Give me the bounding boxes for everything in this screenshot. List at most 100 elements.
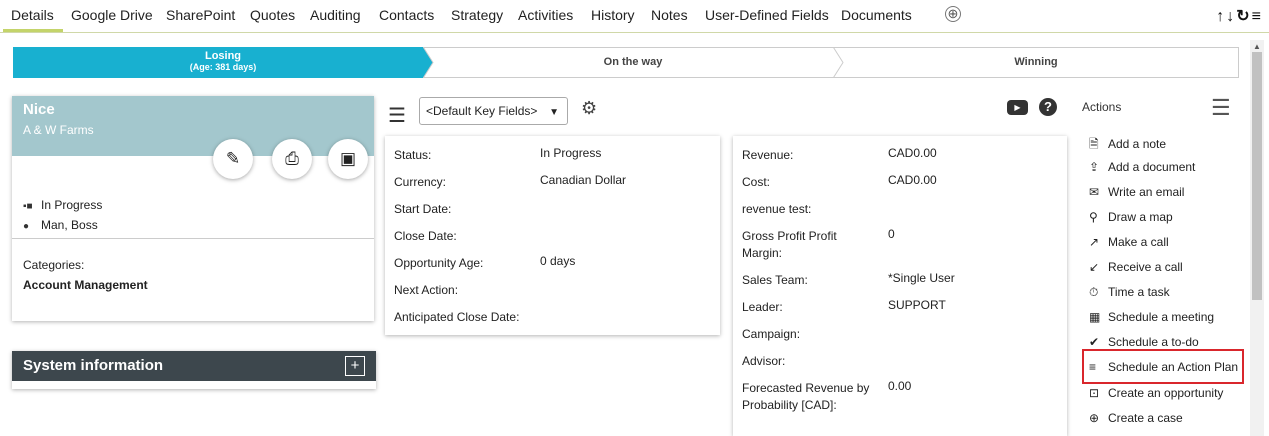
add-tab-icon[interactable]: ⊕: [945, 6, 961, 22]
tab-contacts[interactable]: Contacts: [379, 7, 434, 23]
highlight-box: [1082, 349, 1244, 384]
field-label: Leader:: [742, 300, 783, 314]
stage-label: Winning: [1014, 56, 1058, 68]
categories-label: Categories:: [23, 258, 85, 272]
action-write-email[interactable]: ✉ Write an email: [1089, 185, 1184, 199]
action-label: Schedule a to-do: [1108, 335, 1199, 349]
action-receive-call[interactable]: ↙ Receive a call: [1089, 260, 1183, 274]
calendar-icon: ▦: [1089, 310, 1101, 324]
action-label: Add a note: [1108, 137, 1167, 151]
field-label: Anticipated Close Date:: [394, 310, 520, 324]
field-label: Currency:: [394, 175, 447, 189]
field-value: CAD0.00: [888, 173, 937, 187]
stage-winning[interactable]: Winning: [833, 47, 1239, 78]
action-label: Receive a call: [1108, 260, 1183, 274]
tab-details[interactable]: Details: [11, 7, 54, 23]
scrollbar-thumb[interactable]: [1252, 52, 1262, 300]
action-add-note[interactable]: 🗎 Add a note: [1089, 135, 1166, 156]
card-status: In Progress: [41, 198, 103, 212]
opportunity-card: Nice A & W Farms ✎ ⎙ ▣ ▪■ In Progress ● Ma…: [12, 96, 374, 321]
action-label: Draw a map: [1108, 210, 1173, 224]
toolbar-icons[interactable]: ↑↓↻≡: [1216, 6, 1263, 26]
key-fields-value: <Default Key Fields>: [426, 104, 538, 118]
gear-icon[interactable]: ⚙: [581, 98, 597, 119]
action-label: Write an email: [1108, 185, 1185, 199]
action-label: Make a call: [1108, 235, 1169, 249]
expand-button[interactable]: +: [345, 356, 365, 376]
present-button[interactable]: ▣: [328, 139, 368, 179]
field-label: Sales Team:: [742, 273, 808, 287]
active-tab-indicator: [3, 29, 63, 32]
stage-losing[interactable]: Losing (Age: 381 days): [13, 47, 434, 78]
tab-sharepoint[interactable]: SharePoint: [166, 7, 235, 23]
action-schedule-todo[interactable]: ✔ Schedule a to-do: [1089, 335, 1199, 349]
tab-notes[interactable]: Notes: [651, 7, 688, 23]
presentation-icon: ▣: [339, 149, 357, 168]
action-label: Create an opportunity: [1108, 386, 1224, 400]
opportunity-page: Details Google Drive SharePoint Quotes A…: [0, 0, 1269, 436]
action-create-opportunity[interactable]: ⊡ Create an opportunity: [1089, 386, 1223, 400]
chevron-down-icon: ▼: [549, 107, 559, 118]
field-value: *Single User: [888, 271, 955, 285]
field-value: In Progress: [540, 146, 602, 160]
scroll-up-icon[interactable]: ▲: [1253, 42, 1261, 51]
print-button[interactable]: ⎙: [272, 139, 312, 179]
field-label: Revenue:: [742, 148, 794, 162]
stopwatch-icon: ⏱: [1089, 285, 1099, 299]
field-value: Canadian Dollar: [540, 173, 627, 187]
field-value: CAD0.00: [888, 146, 937, 160]
tab-history[interactable]: History: [591, 7, 635, 23]
help-icon[interactable]: ?: [1039, 98, 1057, 116]
status-icon: ▪■: [23, 201, 33, 212]
field-label: Opportunity Age:: [394, 256, 484, 270]
actions-title: Actions: [1082, 100, 1122, 114]
tab-user-defined-fields[interactable]: User-Defined Fields: [705, 7, 829, 23]
action-add-document[interactable]: ⇪ Add a document: [1089, 160, 1195, 174]
action-make-call[interactable]: ↗ Make a call: [1089, 235, 1169, 249]
field-label: Advisor:: [742, 354, 786, 368]
field-label: Close Date:: [394, 229, 457, 243]
action-draw-map[interactable]: ⚲ Draw a map: [1089, 210, 1173, 224]
note-icon: 🗎: [1089, 137, 1099, 151]
edit-button[interactable]: ✎: [213, 139, 253, 179]
vertical-scrollbar[interactable]: ▲: [1250, 40, 1264, 436]
envelope-icon: ✉: [1089, 185, 1100, 199]
map-pin-icon: ⚲: [1089, 210, 1098, 224]
stage-age: (Age: 381 days): [189, 62, 257, 72]
pencil-icon: ✎: [225, 149, 241, 168]
incoming-call-icon: ↙: [1089, 260, 1100, 274]
tab-auditing[interactable]: Auditing: [310, 7, 361, 23]
field-menu-icon[interactable]: ☰: [388, 103, 406, 128]
user-icon: ●: [23, 221, 30, 232]
action-label: Create a case: [1108, 411, 1183, 425]
upload-icon: ⇪: [1089, 160, 1100, 174]
tab-strategy[interactable]: Strategy: [451, 7, 503, 23]
opportunity-company[interactable]: A & W Farms: [23, 123, 363, 137]
tab-google-drive[interactable]: Google Drive: [71, 7, 153, 23]
tab-activities[interactable]: Activities: [518, 7, 573, 23]
printer-icon: ⎙: [285, 149, 299, 168]
stage-on-the-way[interactable]: On the way: [423, 47, 854, 78]
card-header: Nice A & W Farms: [12, 96, 374, 156]
divider: [12, 238, 374, 239]
check-circle-icon: ✔: [1089, 335, 1100, 349]
stage-label: Losing: [204, 50, 242, 62]
field-label: Forecasted Revenue by Probability [CAD]:: [742, 381, 870, 412]
action-label: Schedule a meeting: [1108, 310, 1215, 324]
actions-menu-icon[interactable]: ☰: [1211, 97, 1231, 119]
video-icon[interactable]: ▶: [1007, 100, 1028, 115]
system-information-header[interactable]: System information: [12, 351, 376, 381]
lifebuoy-icon: ⊕: [1089, 411, 1100, 425]
field-label: Gross Profit Profit Margin:: [742, 229, 837, 260]
action-time-task[interactable]: ⏱ Time a task: [1089, 285, 1170, 300]
card-owner[interactable]: Man, Boss: [41, 218, 98, 232]
tab-documents[interactable]: Documents: [841, 7, 912, 23]
action-schedule-meeting[interactable]: ▦ Schedule a meeting: [1089, 310, 1214, 324]
action-label: Time a task: [1108, 285, 1170, 299]
action-create-case[interactable]: ⊕ Create a case: [1089, 411, 1183, 425]
field-label: Status:: [394, 148, 432, 162]
key-fields-select[interactable]: <Default Key Fields> ▼: [419, 97, 568, 125]
outgoing-call-icon: ↗: [1089, 235, 1100, 249]
field-value: 0 days: [540, 254, 576, 268]
tab-quotes[interactable]: Quotes: [250, 7, 295, 23]
